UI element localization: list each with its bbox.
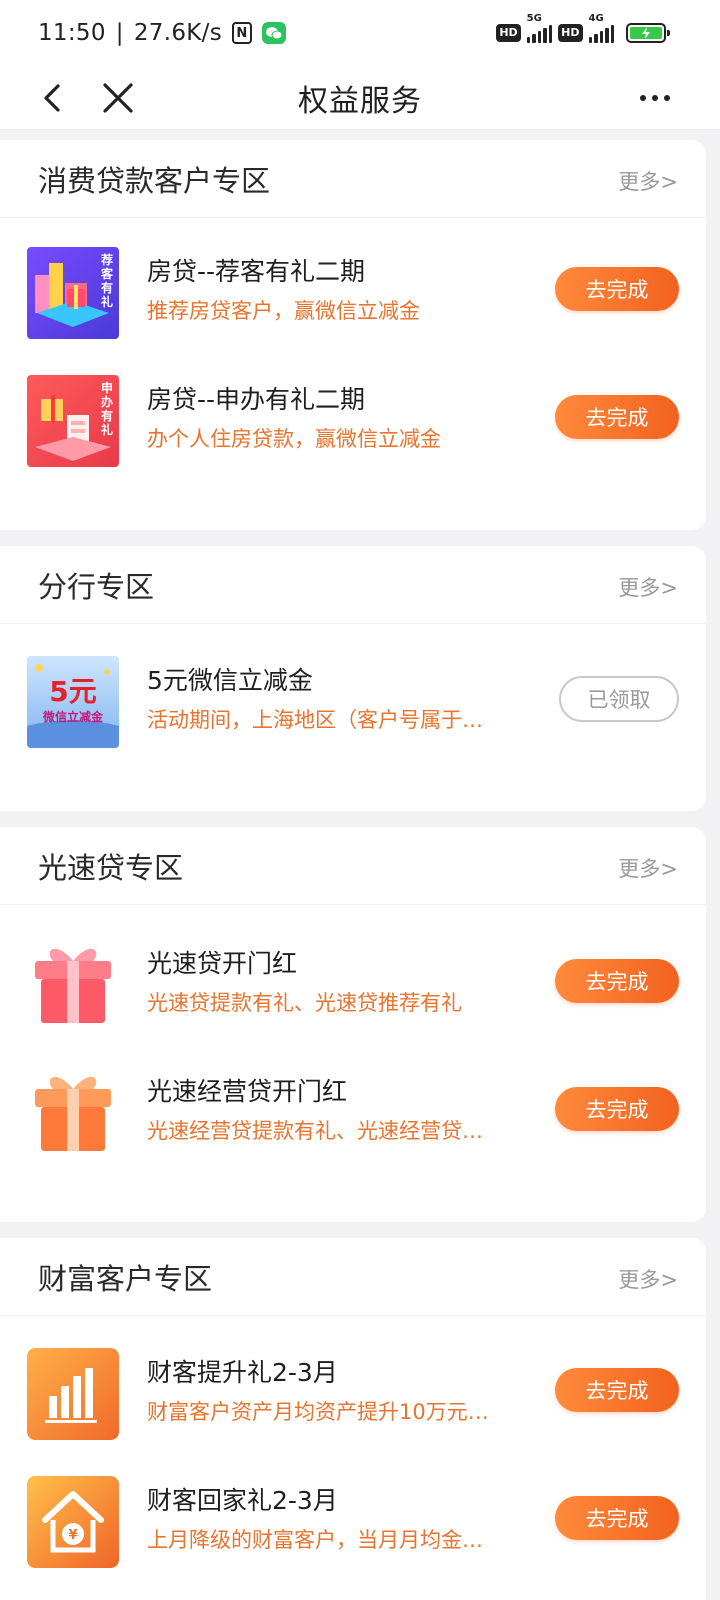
battery-icon <box>626 23 670 43</box>
item-title: 房贷--荐客有礼二期 <box>147 257 366 286</box>
section-title: 财富客户专区 <box>38 1262 213 1296</box>
voucher-caption: 微信立减金 <box>42 710 103 724</box>
section-wealth: 财富客户专区 更多> 财客提升礼2-3月 财富客户资产月均资产提升10万元… 去… <box>0 1238 706 1600</box>
complete-button[interactable]: 去完成 <box>555 1087 679 1131</box>
status-left: 11:50 | 27.6K/s N <box>38 18 286 48</box>
status-time: 11:50 <box>38 20 106 46</box>
item-description: 光速经营贷提款有礼、光速经营贷… <box>147 1119 483 1143</box>
section-header: 分行专区 更多> <box>0 546 706 624</box>
status-right: HD 5G HD 4G <box>496 13 670 46</box>
item-title: 光速贷开门红 <box>147 949 298 978</box>
list-item[interactable]: 光速贷开门红 光速贷提款有礼、光速贷推荐有礼 去完成 <box>0 939 706 1039</box>
section-more-link[interactable]: 更多> <box>618 572 678 602</box>
list-item[interactable]: 荐客有礼 房贷--荐客有礼二期 推荐房贷客户，赢微信立减金 去完成 <box>0 247 706 347</box>
gift-box-icon <box>27 1067 119 1159</box>
item-description: 活动期间，上海地区（客户号属于… <box>147 708 483 732</box>
section-title: 光速贷专区 <box>38 851 184 885</box>
complete-button[interactable]: 去完成 <box>555 1368 679 1412</box>
thumbnail-caption: 申办有礼 <box>101 381 114 437</box>
section-title: 消费贷款客户专区 <box>38 164 271 198</box>
section-more-link[interactable]: 更多> <box>618 853 678 883</box>
wechat-voucher-thumbnail: 5元 微信立减金 <box>27 656 119 748</box>
nav-bar: 权益服务 <box>0 66 720 130</box>
section-header: 消费贷款客户专区 更多> <box>0 140 706 218</box>
item-title: 5元微信立减金 <box>147 666 313 695</box>
gift-box-icon <box>27 939 119 1031</box>
item-title: 房贷--申办有礼二期 <box>147 385 366 414</box>
section-header: 光速贷专区 更多> <box>0 827 706 905</box>
wechat-icon <box>262 22 286 44</box>
item-title: 财客回家礼2-3月 <box>147 1486 338 1515</box>
more-dots-icon <box>640 95 646 101</box>
list-item[interactable]: 5元 微信立减金 5元微信立减金 活动期间，上海地区（客户号属于… 已领取 <box>0 656 706 756</box>
item-description: 上月降级的财富客户，当月月均金… <box>147 1528 483 1552</box>
section-header: 财富客户专区 更多> <box>0 1238 706 1316</box>
item-description: 光速贷提款有礼、光速贷推荐有礼 <box>147 991 462 1015</box>
list-item[interactable]: 申办有礼 房贷--申办有礼二期 办个人住房贷款，赢微信立减金 去完成 <box>0 375 706 475</box>
status-bar: 11:50 | 27.6K/s N HD 5G HD 4G <box>0 0 720 66</box>
section-branch: 分行专区 更多> 5元 微信立减金 5元微信立减金 活动期间，上海地区（客户号属… <box>0 546 706 811</box>
complete-button[interactable]: 去完成 <box>555 267 679 311</box>
list-item[interactable]: 光速经营贷开门红 光速经营贷提款有礼、光速经营贷… 去完成 <box>0 1067 706 1167</box>
status-divider: | <box>115 20 124 46</box>
item-title: 财客提升礼2-3月 <box>147 1358 338 1387</box>
application-gift-thumbnail: 申办有礼 <box>27 375 119 467</box>
voucher-amount: 5元 <box>49 675 97 708</box>
bar-chart-icon <box>27 1348 119 1440</box>
thumbnail-caption: 荐客有礼 <box>101 253 114 309</box>
referral-gift-thumbnail: 荐客有礼 <box>27 247 119 339</box>
signal-5g-icon: 5G <box>526 13 553 43</box>
home-money-icon: ¥ <box>27 1476 119 1568</box>
complete-button[interactable]: 去完成 <box>555 959 679 1003</box>
item-title: 光速经营贷开门红 <box>147 1077 348 1106</box>
section-consumer-loan: 消费贷款客户专区 更多> 荐客有礼 房贷--荐客有礼二期 推荐房贷客户，赢微信立… <box>0 140 706 530</box>
complete-button[interactable]: 去完成 <box>555 395 679 439</box>
claimed-button[interactable]: 已领取 <box>559 676 679 722</box>
list-item[interactable]: ¥ 财客回家礼2-3月 上月降级的财富客户，当月月均金… 去完成 <box>0 1476 706 1576</box>
section-more-link[interactable]: 更多> <box>618 1264 678 1294</box>
item-description: 财富客户资产月均资产提升10万元… <box>147 1400 489 1424</box>
complete-button[interactable]: 去完成 <box>555 1496 679 1540</box>
network-5g-label: 5G <box>526 13 542 24</box>
list-item[interactable]: 财客提升礼2-3月 财富客户资产月均资产提升10万元… 去完成 <box>0 1348 706 1448</box>
section-express-loan: 光速贷专区 更多> 光速贷开门红 光速贷提款有礼、光速贷推荐有礼 去完成 光速经… <box>0 827 706 1222</box>
nfc-icon: N <box>232 22 252 44</box>
svg-text:¥: ¥ <box>68 1528 77 1543</box>
signal-4g-icon: 4G <box>588 13 614 43</box>
network-4g-label: 4G <box>588 13 604 24</box>
item-description: 推荐房贷客户，赢微信立减金 <box>147 299 420 323</box>
section-more-link[interactable]: 更多> <box>618 166 678 196</box>
item-description: 办个人住房贷款，赢微信立减金 <box>147 427 441 451</box>
status-speed: 27.6K/s <box>133 20 222 46</box>
more-menu-button[interactable] <box>640 88 680 108</box>
page-title: 权益服务 <box>298 84 422 119</box>
section-title: 分行专区 <box>38 570 155 604</box>
hd-badge-2: HD <box>558 24 583 42</box>
hd-badge-1: HD <box>496 24 521 42</box>
